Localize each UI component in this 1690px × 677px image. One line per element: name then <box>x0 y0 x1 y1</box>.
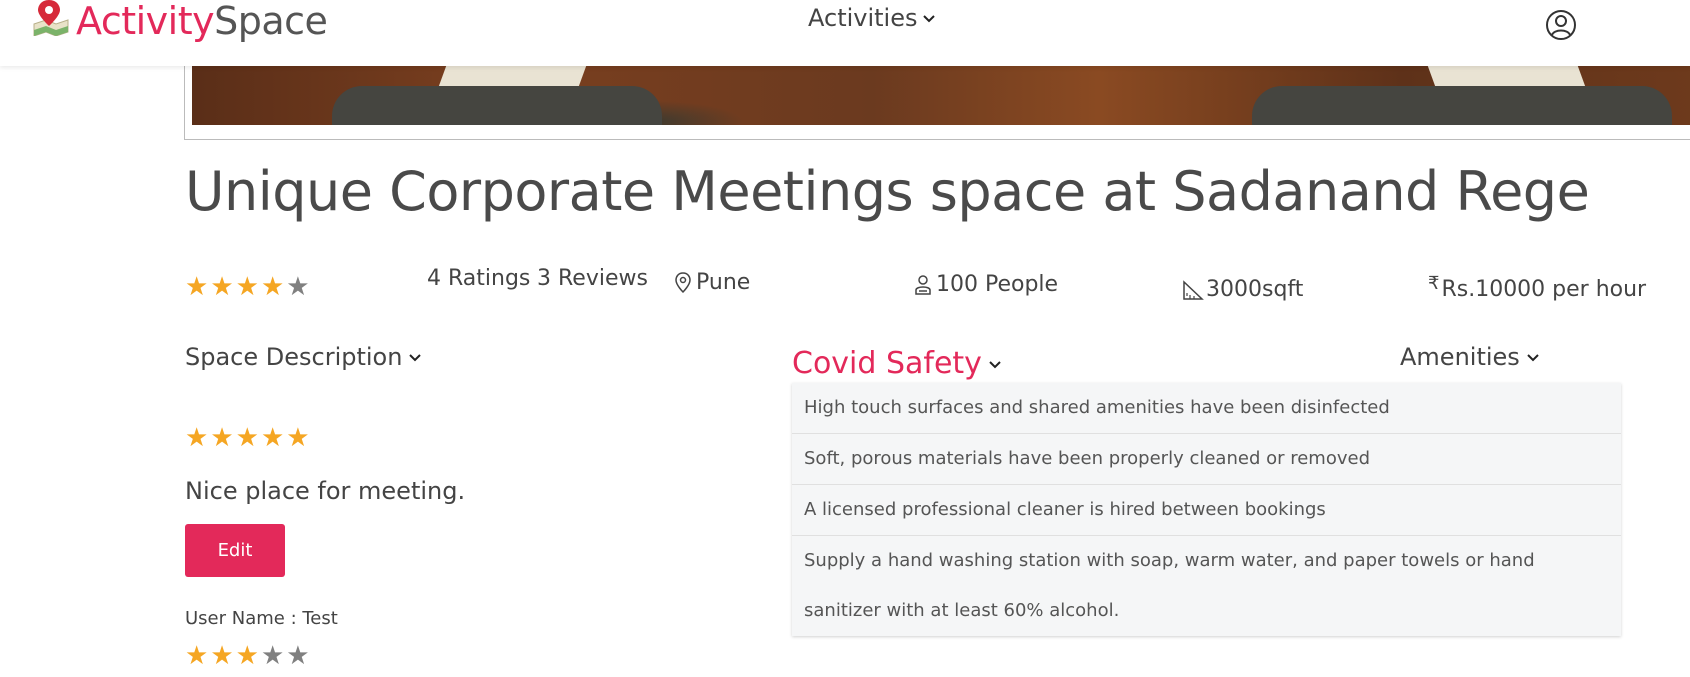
star-icon: ★ <box>235 272 259 302</box>
location: Pune <box>672 270 750 295</box>
star-icon: ★ <box>235 423 259 453</box>
star-icon: ★ <box>235 641 259 671</box>
capacity-text: 100 People <box>936 272 1059 297</box>
review-text: Nice place for meeting. <box>185 477 466 505</box>
location-pin-icon <box>675 271 691 293</box>
chevron-down-icon <box>409 354 422 362</box>
page-title: Unique Corporate Meetings space at Sadan… <box>185 160 1590 223</box>
rupee-icon: ₹ <box>1428 273 1440 294</box>
star-empty-icon: ★ <box>286 641 310 671</box>
covid-safety-toggle[interactable]: Covid Safety <box>792 346 1002 381</box>
star-icon: ★ <box>185 272 209 302</box>
user-rating-stars: ★ ★ ★ ★ ★ <box>185 643 310 669</box>
price-text: Rs.10000 per hour <box>1441 277 1647 302</box>
chevron-down-icon <box>989 360 1001 368</box>
covid-safety-list: High touch surfaces and shared amenities… <box>792 383 1621 636</box>
person-icon <box>915 274 931 295</box>
star-icon: ★ <box>260 423 285 453</box>
covid-safety-label: Covid Safety <box>792 346 982 381</box>
star-icon: ★ <box>210 641 234 671</box>
nav-activities-label: Activities <box>808 4 918 32</box>
amenities-toggle[interactable]: Amenities <box>1400 343 1540 371</box>
star-empty-icon: ★ <box>260 641 285 671</box>
logo-text: ActivitySpace <box>76 0 328 43</box>
rating-stars: ★ ★ ★ ★ ★ <box>185 274 310 300</box>
list-item: High touch surfaces and shared amenities… <box>792 383 1621 434</box>
review-rating-stars: ★ ★ ★ ★ ★ <box>185 425 310 451</box>
photo-object-right <box>1252 86 1672 125</box>
area: 3000sqft <box>1182 277 1303 302</box>
star-icon: ★ <box>210 272 234 302</box>
area-text: 3000sqft <box>1206 277 1304 302</box>
reviews-count[interactable]: 3 Reviews <box>537 266 648 291</box>
logo-text-activity: Activity <box>76 0 215 43</box>
photo-object-left <box>332 86 662 125</box>
chevron-down-icon <box>1527 354 1539 362</box>
star-icon: ★ <box>185 641 209 671</box>
nav-activities-dropdown[interactable]: Activities <box>808 4 936 32</box>
logo[interactable]: ActivitySpace <box>32 0 328 43</box>
chevron-down-icon <box>922 15 935 23</box>
space-photo[interactable] <box>192 56 1690 125</box>
ratings-count[interactable]: 4 Ratings <box>427 266 530 291</box>
user-account-icon[interactable] <box>1545 9 1577 41</box>
map-pin-logo-icon <box>33 0 69 36</box>
list-item: Supply a hand washing station with soap,… <box>804 550 1535 621</box>
area-ruler-icon <box>1183 279 1204 300</box>
star-icon: ★ <box>286 423 310 453</box>
location-text: Pune <box>696 270 751 295</box>
review-user-name: User Name : Test <box>185 608 338 629</box>
space-image-frame <box>184 56 1690 140</box>
price: ₹ Rs.10000 per hour <box>1428 273 1647 302</box>
capacity: 100 People <box>912 272 1058 297</box>
list-item: Soft, porous materials have been properl… <box>792 434 1621 485</box>
amenities-label: Amenities <box>1400 343 1520 371</box>
star-icon: ★ <box>260 272 285 302</box>
space-description-toggle[interactable]: Space Description <box>185 343 422 371</box>
edit-review-button[interactable]: Edit <box>185 524 285 577</box>
star-icon: ★ <box>185 423 209 453</box>
logo-text-space: Space <box>214 0 328 43</box>
list-item: A licensed professional cleaner is hired… <box>792 485 1621 536</box>
space-description-label: Space Description <box>185 343 403 371</box>
star-empty-icon: ★ <box>286 272 310 302</box>
star-icon: ★ <box>210 423 234 453</box>
top-navbar: ActivitySpace Activities <box>0 0 1690 66</box>
